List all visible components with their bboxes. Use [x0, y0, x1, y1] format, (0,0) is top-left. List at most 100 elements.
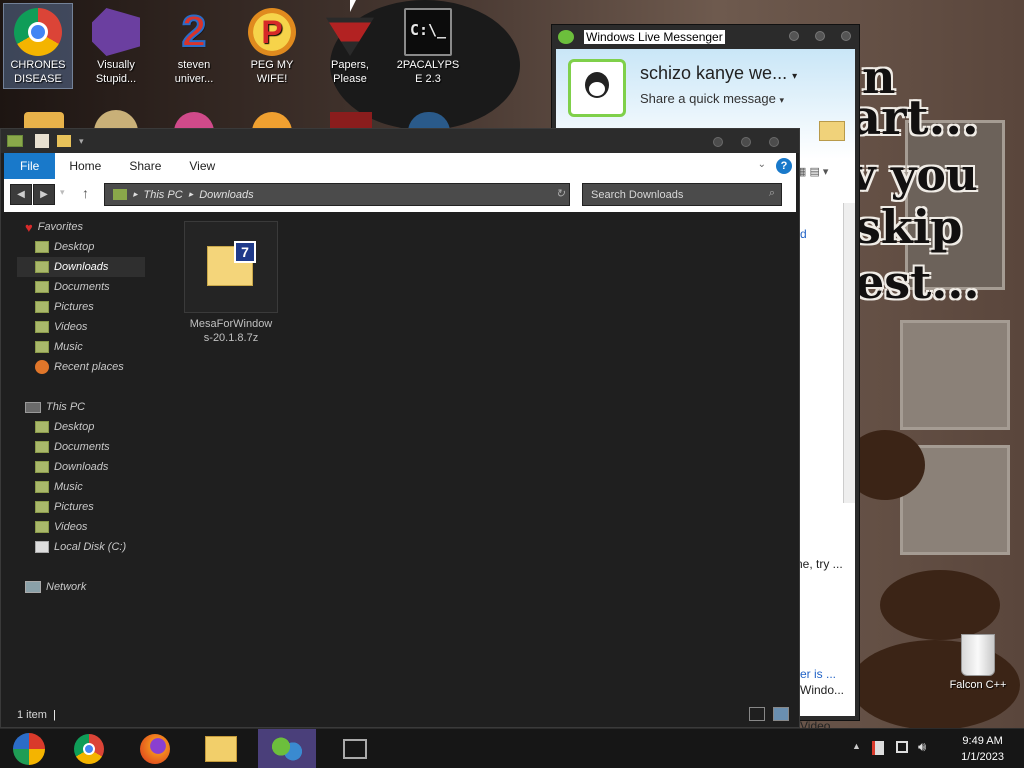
forward-button[interactable]: ▶ — [33, 184, 55, 205]
chevron-right-icon: ▸ — [133, 189, 138, 199]
maximize-button[interactable] — [741, 137, 751, 147]
large-icons-view-button[interactable] — [773, 707, 789, 721]
nav-pc-pictures[interactable]: Pictures — [35, 497, 94, 517]
pictures-icon — [35, 301, 49, 313]
tab-file[interactable]: File — [4, 153, 56, 179]
up-button[interactable]: ↑ — [82, 185, 89, 201]
nav-favorites-videos[interactable]: Videos — [35, 317, 87, 337]
nav-pc-documents[interactable]: Documents — [35, 437, 110, 457]
desktop-icon-papers-please[interactable]: Papers, Please — [316, 4, 384, 86]
desktop-icon-label: Falcon C++ — [949, 679, 1007, 691]
recent-locations-button[interactable]: ▾ — [60, 187, 65, 198]
chrome-icon — [14, 8, 62, 56]
chevron-right-icon: ▸ — [188, 189, 194, 199]
navigation-pane: ♥ Favorites Desktop Downloads Documents … — [1, 217, 151, 703]
close-button[interactable] — [841, 31, 851, 41]
desktop-icon-2pacalypse[interactable]: C:\_ 2PACALYPSE 2.3 — [394, 4, 462, 86]
email-icon[interactable] — [819, 121, 845, 141]
taskbar-task-view[interactable] — [326, 729, 384, 768]
quick-message-field[interactable]: Share a quick message ▾ — [640, 91, 784, 106]
network-icon[interactable] — [896, 741, 908, 753]
tab-home[interactable]: Home — [55, 153, 115, 179]
taskbar-messenger[interactable] — [258, 729, 316, 768]
desktop-icon-visually-stupid[interactable]: Visually Stupid... — [82, 4, 150, 86]
clock[interactable]: 9:49 AM 1/1/2023 — [961, 733, 1004, 765]
explorer-titlebar[interactable]: ▾ — [1, 129, 799, 153]
taskbar-firefox[interactable] — [126, 729, 184, 768]
contact-link[interactable]: d — [800, 227, 807, 241]
nav-favorites-desktop[interactable]: Desktop — [35, 237, 94, 257]
nav-pc-music[interactable]: Music — [35, 477, 83, 497]
desktop-icon-steven-universe[interactable]: 2 steven univer... — [160, 4, 228, 86]
chevron-down-icon[interactable]: ▾ — [79, 136, 84, 147]
scrollbar[interactable] — [843, 203, 855, 503]
videos-icon — [35, 321, 49, 333]
show-hidden-icons-button[interactable]: ▲ — [852, 741, 861, 751]
system-tray: ▲ 🔊︎ 9:49 AM 1/1/2023 — [824, 729, 1024, 768]
new-folder-icon[interactable] — [57, 135, 71, 147]
nav-pc-videos[interactable]: Videos — [35, 517, 87, 537]
back-button[interactable]: ◀ — [10, 184, 32, 205]
nav-favorites-pictures[interactable]: Pictures — [35, 297, 94, 317]
nav-favorites-recent-places[interactable]: Recent places — [35, 357, 124, 377]
display-name[interactable]: schizo kanye we... ▾ — [640, 63, 797, 84]
music-icon — [35, 481, 49, 493]
news-link[interactable]: er is ... — [800, 667, 836, 681]
search-placeholder: Search Downloads — [591, 188, 684, 201]
visual-studio-icon — [92, 8, 140, 56]
action-center-icon[interactable] — [872, 741, 884, 755]
downloads-icon — [35, 461, 49, 473]
nav-pc-desktop[interactable]: Desktop — [35, 417, 94, 437]
desktop-icon-peg-my-wife[interactable]: P PEG MY WIFE! — [238, 4, 306, 86]
properties-icon[interactable] — [35, 134, 49, 148]
terminal-icon: C:\_ — [404, 8, 452, 56]
chevron-down-icon[interactable]: ⌄ — [758, 159, 766, 170]
desktop-icon-label: Visually Stupid... — [95, 59, 137, 85]
address-bar[interactable]: ▸ This PC ▸ Downloads ↻ — [104, 183, 570, 206]
help-icon[interactable]: ? — [776, 158, 792, 174]
search-input[interactable]: Search Downloads ⌕ — [582, 183, 782, 206]
heart-icon: ♥ — [25, 219, 33, 235]
desktop-icon-label: Papers, Please — [331, 59, 369, 85]
taskbar-chrome[interactable] — [60, 729, 118, 768]
close-button[interactable] — [769, 137, 779, 147]
refresh-icon[interactable]: ↻ — [556, 187, 565, 200]
taskbar-file-explorer[interactable] — [192, 729, 250, 768]
start-button[interactable] — [0, 729, 58, 768]
desktop-icon-label: steven univer... — [174, 59, 214, 85]
music-icon — [35, 341, 49, 353]
minimize-button[interactable] — [789, 31, 799, 41]
tab-share[interactable]: Share — [115, 153, 175, 179]
desktop-icon-chrones-disease[interactable]: CHRONES DISEASE — [3, 3, 73, 89]
mouse-cursor — [350, 0, 356, 12]
file-explorer-window[interactable]: ▾ File Home Share View ⌄ ? ◀ ▶ ▾ ↑ ▸ Thi… — [0, 128, 800, 728]
messenger-titlebar[interactable]: Windows Live Messenger — [552, 25, 859, 49]
nav-favorites-documents[interactable]: Documents — [35, 277, 110, 297]
file-item[interactable]: 7 — [184, 221, 278, 313]
wallpaper-text-3: v you — [850, 150, 978, 201]
desktop-icon-label: 2PACALYPSE 2.3 — [396, 59, 460, 85]
avatar[interactable] — [568, 59, 626, 117]
maximize-button[interactable] — [815, 31, 825, 41]
taskbar: ▲ 🔊︎ 9:49 AM 1/1/2023 — [0, 728, 1024, 768]
breadcrumb-this-pc[interactable]: This PC — [144, 189, 183, 201]
desktop-icon-recycle-bin[interactable]: Falcon C++ — [940, 630, 1016, 692]
wallpaper-text-2: art... — [850, 90, 979, 146]
chrome-icon — [74, 734, 104, 764]
minimize-button[interactable] — [713, 137, 723, 147]
volume-icon[interactable]: 🔊︎ — [918, 739, 926, 755]
item-count: 1 item — [17, 709, 47, 721]
search-icon[interactable]: ⌕ — [769, 187, 775, 200]
tab-view[interactable]: View — [175, 153, 229, 179]
nav-this-pc[interactable]: This PC — [25, 397, 85, 417]
nav-pc-downloads[interactable]: Downloads — [35, 457, 108, 477]
details-view-button[interactable] — [749, 707, 765, 721]
nav-pc-local-disk[interactable]: Local Disk (C:) — [35, 537, 126, 557]
network-icon — [25, 581, 41, 593]
file-name[interactable]: MesaForWindow s-20.1.8.7z — [179, 317, 283, 345]
nav-network[interactable]: Network — [25, 577, 86, 597]
nav-favorites[interactable]: ♥ Favorites — [25, 217, 83, 237]
nav-favorites-music[interactable]: Music — [35, 337, 83, 357]
breadcrumb-downloads[interactable]: Downloads — [199, 189, 253, 201]
nav-favorites-downloads[interactable]: Downloads — [17, 257, 145, 277]
